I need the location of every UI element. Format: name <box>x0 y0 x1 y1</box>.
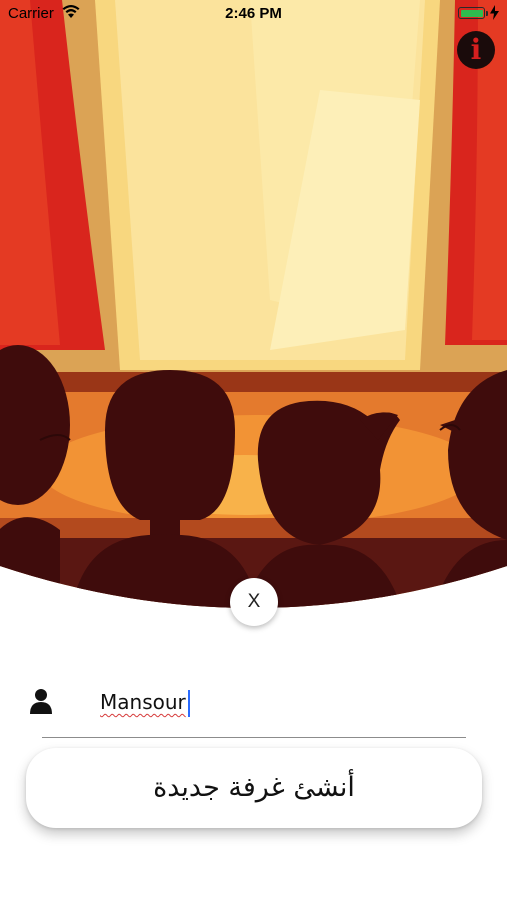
theater-illustration <box>0 0 507 620</box>
name-input-value: Mansour <box>100 690 186 714</box>
create-room-label: أنشئ غرفة جديدة <box>153 772 355 803</box>
battery-fill <box>460 9 483 17</box>
close-icon: X <box>247 591 261 612</box>
battery-nub <box>486 11 488 16</box>
text-caret <box>187 690 190 717</box>
input-underline <box>42 737 466 738</box>
info-icon: i <box>470 33 482 66</box>
battery-icon <box>458 7 488 19</box>
clock-time: 2:46 PM <box>225 5 282 22</box>
status-bar: Carrier 2:46 PM <box>0 0 507 28</box>
name-input[interactable]: Mansour <box>100 683 460 721</box>
create-room-button[interactable]: أنشئ غرفة جديدة <box>26 748 482 828</box>
info-button[interactable]: i <box>457 31 495 69</box>
user-icon <box>30 689 52 714</box>
close-button[interactable]: X <box>230 578 278 626</box>
bolt-icon <box>490 5 499 20</box>
